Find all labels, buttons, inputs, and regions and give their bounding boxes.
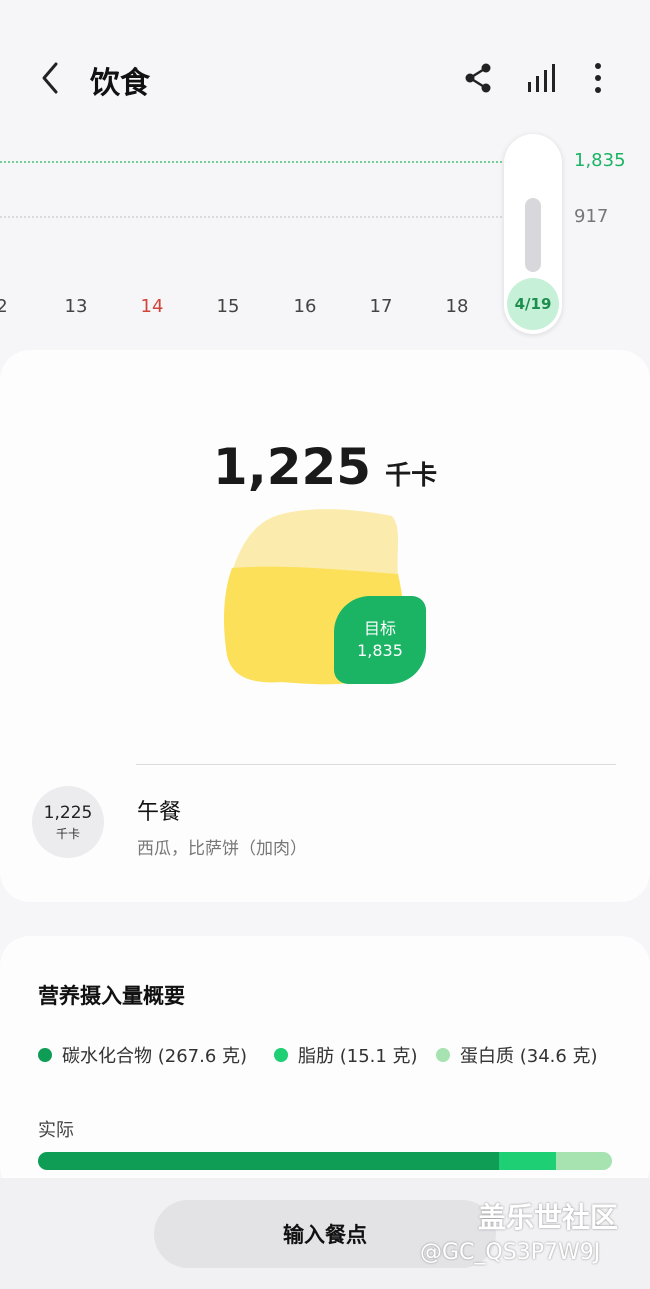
average-value-label: 917: [574, 206, 609, 227]
date-label[interactable]: 13: [56, 296, 96, 317]
bar-chart-icon[interactable]: [524, 60, 560, 96]
goal-value: 1,835: [357, 641, 403, 660]
legend-protein: 蛋白质 (34.6 克): [436, 1042, 598, 1068]
nutrition-progress-bar: [38, 1152, 612, 1170]
meal-calorie-value: 1,225: [43, 802, 93, 823]
date-label[interactable]: 17: [361, 296, 401, 317]
nutrition-title: 营养摄入量概要: [38, 984, 185, 1008]
legend-fat-label: 脂肪 (15.1 克): [298, 1046, 418, 1067]
meal-items[interactable]: 西瓜，比萨饼（加肉）: [137, 834, 307, 859]
meal-name[interactable]: 午餐: [137, 794, 181, 826]
fat-segment: [498, 1152, 557, 1170]
date-label[interactable]: 18: [437, 296, 477, 317]
more-vertical-icon[interactable]: [580, 60, 616, 96]
meal-calorie-unit: 千卡: [55, 826, 80, 841]
carbs-segment: [38, 1152, 499, 1170]
fat-dot-icon: [274, 1048, 288, 1062]
footer-bar: 输入餐点 盖乐世社区 @GC_QS3P7W9J: [0, 1178, 650, 1289]
back-arrow-icon[interactable]: [36, 60, 66, 96]
share-icon[interactable]: [460, 60, 496, 96]
date-label[interactable]: 2: [0, 296, 22, 317]
legend-carbs: 碳水化合物 (267.6 克): [38, 1042, 247, 1068]
watermark-title: 盖乐世社区: [478, 1201, 619, 1234]
goal-badge: 目标 1,835: [334, 596, 426, 684]
total-calories-unit: 千卡: [385, 461, 438, 491]
selected-day-bar: [525, 198, 541, 272]
legend-carbs-label: 碳水化合物 (267.6 克): [62, 1046, 248, 1067]
goal-value-label: 1,835: [574, 150, 626, 171]
goal-line: [0, 161, 506, 163]
meal-calorie-badge[interactable]: 1,225 千卡: [32, 786, 104, 858]
app-header: 饮食: [0, 0, 650, 150]
date-label[interactable]: 15: [208, 296, 248, 317]
average-line: [0, 216, 506, 218]
date-label[interactable]: 16: [285, 296, 325, 317]
protein-segment: [556, 1152, 612, 1170]
goal-label: 目标: [363, 619, 396, 638]
protein-dot-icon: [436, 1048, 450, 1062]
legend-fat: 脂肪 (15.1 克): [274, 1042, 418, 1068]
watermark-user: @GC_QS3P7W9J: [420, 1240, 601, 1265]
carbs-dot-icon: [38, 1048, 52, 1062]
selected-date[interactable]: 4/19: [507, 278, 559, 330]
calorie-summary-card: 1,225 千卡 目标 1,835 1,225 千卡 午餐 西瓜，比萨饼（加肉）: [0, 350, 650, 902]
legend-protein-label: 蛋白质 (34.6 克): [460, 1046, 598, 1067]
date-label[interactable]: 14: [132, 296, 172, 317]
divider: [136, 764, 616, 765]
total-calories: 1,225 千卡: [0, 438, 650, 496]
total-calories-value: 1,225: [212, 438, 372, 496]
nutrition-summary-card[interactable]: 营养摄入量概要 碳水化合物 (267.6 克) 脂肪 (15.1 克) 蛋白质 …: [0, 936, 650, 1196]
page-title: 饮食: [90, 66, 150, 101]
actual-label: 实际: [38, 1120, 74, 1141]
